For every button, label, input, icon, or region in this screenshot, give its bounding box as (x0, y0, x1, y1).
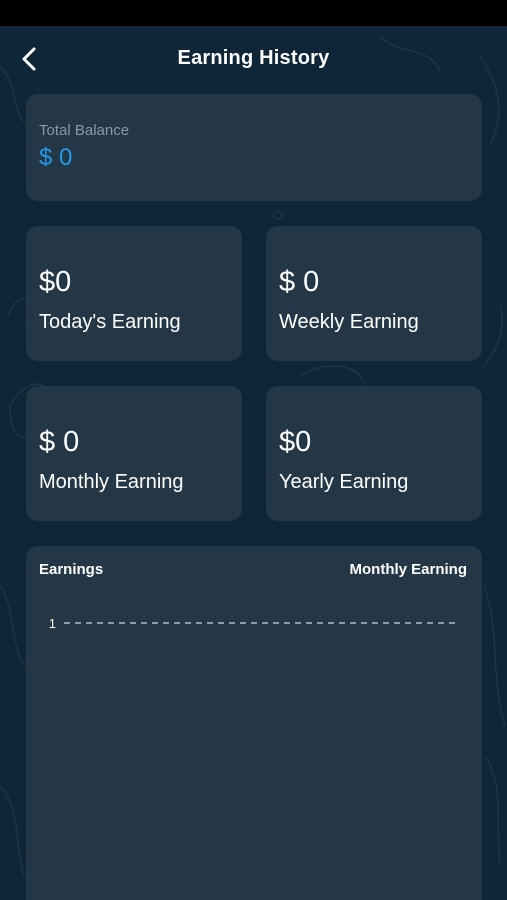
chart-title: Earnings (39, 561, 104, 578)
total-balance-value: $ 0 (39, 144, 73, 171)
app-header: Earning History (0, 26, 507, 94)
monthly-earning-label: Monthly Earning (39, 471, 184, 493)
yearly-earning-label: Yearly Earning (279, 471, 409, 493)
yearly-earning-value: $0 (279, 426, 312, 458)
monthly-earning-value: $ 0 (39, 426, 80, 458)
page-title: Earning History (177, 47, 330, 69)
todays-earning-label: Today's Earning (39, 311, 181, 333)
todays-earning-card: $0 Today's Earning (26, 226, 242, 361)
total-balance-label: Total Balance (39, 122, 130, 139)
weekly-earning-label: Weekly Earning (279, 311, 419, 333)
monthly-earning-card: $ 0 Monthly Earning (26, 386, 242, 521)
chart-period-selector[interactable]: Monthly Earning (350, 561, 468, 578)
y-tick-label: 1 (49, 616, 56, 631)
todays-earning-value: $0 (39, 266, 72, 298)
yearly-earning-card: $0 Yearly Earning (266, 386, 482, 521)
total-balance-card: Total Balance $ 0 (26, 94, 482, 201)
weekly-earning-card: $ 0 Weekly Earning (266, 226, 482, 361)
weekly-earning-value: $ 0 (279, 266, 320, 298)
earnings-chart-card: Earnings Monthly Earning 1 (26, 546, 482, 900)
earnings-chart: 1 (49, 616, 456, 631)
status-bar (0, 0, 507, 26)
